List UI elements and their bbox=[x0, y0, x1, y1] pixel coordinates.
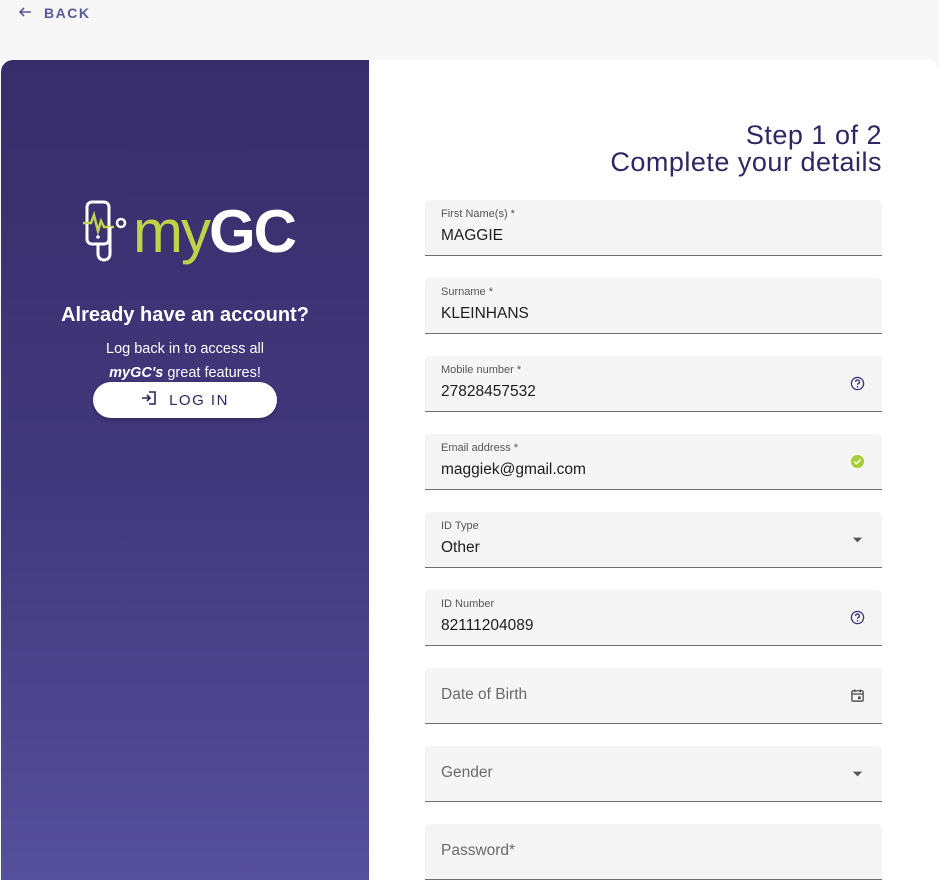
login-promo-panel: myGC Already have an account? Log back i… bbox=[1, 60, 369, 880]
gender-select[interactable]: Gender bbox=[425, 746, 882, 802]
back-button[interactable]: BACK bbox=[18, 4, 90, 22]
id-number-label: ID Number bbox=[441, 598, 495, 610]
form-title: Complete your details bbox=[610, 147, 882, 177]
dropdown-arrow-icon[interactable] bbox=[850, 766, 865, 781]
mygc-logo: myGC bbox=[81, 196, 297, 268]
id-type-value: Other bbox=[441, 539, 480, 556]
stethoscope-phone-icon bbox=[83, 200, 127, 262]
id-number-field[interactable]: ID Number 82111204089 bbox=[425, 590, 882, 646]
surname-field[interactable]: Surname * KLEINHANS bbox=[425, 278, 882, 334]
back-label: BACK bbox=[44, 5, 91, 21]
surname-value: KLEINHANS bbox=[441, 305, 529, 322]
form-heading: Step 1 of 2 Complete your details bbox=[610, 122, 882, 176]
logo-gc: GC bbox=[208, 198, 297, 265]
help-circle-icon[interactable] bbox=[850, 610, 865, 625]
id-number-value: 82111204089 bbox=[441, 617, 534, 634]
first-name-label: First Name(s) * bbox=[441, 208, 515, 220]
step-indicator: Step 1 of 2 bbox=[745, 120, 882, 150]
email-address-value: maggiek@gmail.com bbox=[441, 461, 586, 478]
password-placeholder: Password* bbox=[441, 842, 516, 859]
account-heading: Already have an account? bbox=[61, 304, 309, 326]
login-label: LOG IN bbox=[169, 391, 229, 409]
id-type-select[interactable]: ID Type Other bbox=[425, 512, 882, 568]
check-circle-icon bbox=[850, 454, 865, 469]
subtitle-rest: great features! bbox=[163, 365, 261, 381]
login-icon bbox=[141, 390, 157, 410]
gender-placeholder: Gender bbox=[441, 764, 493, 781]
first-name-field[interactable]: First Name(s) * MAGGIE bbox=[425, 200, 882, 256]
mobile-number-field[interactable]: Mobile number * 27828457532 bbox=[425, 356, 882, 412]
subtitle-line-1: Log back in to access all bbox=[106, 341, 264, 357]
id-type-label: ID Type bbox=[441, 520, 479, 532]
registration-card: myGC Already have an account? Log back i… bbox=[1, 60, 939, 880]
email-address-field[interactable]: Email address * maggiek@gmail.com bbox=[425, 434, 882, 490]
first-name-value: MAGGIE bbox=[441, 227, 504, 244]
subtitle-brand: myGC's bbox=[109, 365, 164, 381]
password-field[interactable]: Password* bbox=[425, 824, 882, 880]
account-subtitle: Log back in to access all myGC's great f… bbox=[1, 337, 369, 385]
help-circle-icon[interactable] bbox=[850, 376, 865, 391]
login-button[interactable]: LOG IN bbox=[93, 382, 277, 418]
dropdown-arrow-icon[interactable] bbox=[850, 532, 865, 547]
mobile-number-value: 27828457532 bbox=[441, 383, 536, 400]
email-address-label: Email address * bbox=[441, 442, 519, 454]
date-of-birth-field[interactable]: Date of Birth bbox=[425, 668, 882, 724]
date-of-birth-placeholder: Date of Birth bbox=[441, 686, 528, 703]
calendar-icon[interactable] bbox=[850, 688, 865, 703]
mobile-number-label: Mobile number * bbox=[441, 364, 522, 376]
logo-my: my bbox=[133, 198, 211, 265]
arrow-left-icon bbox=[18, 5, 32, 22]
surname-label: Surname * bbox=[441, 286, 493, 298]
details-form-panel: Step 1 of 2 Complete your details First … bbox=[369, 60, 939, 880]
